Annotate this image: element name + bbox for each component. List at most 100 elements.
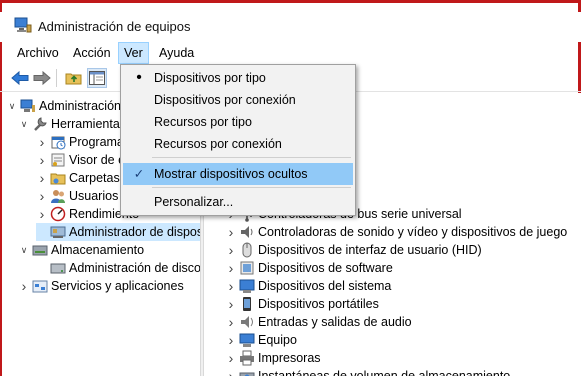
menu-ayuda[interactable]: Ayuda xyxy=(154,42,199,64)
system-icon xyxy=(239,278,255,294)
ver-menu-item[interactable]: ✓ Mostrar dispositivos ocultos xyxy=(123,163,353,185)
device-category-row[interactable]: › Instantáneas de volumen de almacenamien… xyxy=(225,367,510,376)
device-category-row[interactable]: › Entradas y salidas de audio xyxy=(225,313,412,331)
portable-icon xyxy=(239,296,255,312)
tools-icon xyxy=(32,116,48,132)
folder-up-icon xyxy=(65,73,82,85)
chevron-right-icon[interactable]: › xyxy=(225,277,237,295)
chevron-down-icon[interactable]: ∨ xyxy=(18,115,30,133)
tree-item[interactable]: Administración de discos xyxy=(36,259,200,277)
menu-accion[interactable]: Acción xyxy=(68,42,116,64)
window-title: Administración de equipos xyxy=(38,19,191,34)
chevron-right-icon[interactable]: › xyxy=(225,331,237,349)
menu-ver[interactable]: Ver xyxy=(118,42,149,64)
device-category-row[interactable]: › Equipo xyxy=(225,331,297,349)
device-category-row[interactable]: › Impresoras xyxy=(225,349,321,367)
window-border-top xyxy=(0,0,581,3)
back-button[interactable] xyxy=(10,68,30,88)
computer-management-icon xyxy=(14,17,32,33)
menu-separator xyxy=(152,157,351,158)
disk-icon xyxy=(50,260,66,276)
computer-mgmt-icon xyxy=(20,98,36,114)
hid-icon xyxy=(239,242,255,258)
ver-menu-item-label: Recursos por tipo xyxy=(154,115,252,129)
device-manager-icon xyxy=(50,224,66,240)
chevron-right-icon[interactable]: › xyxy=(36,151,48,169)
ver-menu-dropdown: • Dispositivos por tipo Dispositivos por c… xyxy=(120,64,356,216)
ver-menu-item-label: Mostrar dispositivos ocultos xyxy=(154,167,308,181)
chevron-right-icon[interactable]: › xyxy=(225,223,237,241)
audio-icon xyxy=(239,314,255,330)
chevron-right-icon[interactable]: › xyxy=(225,367,237,376)
console-tree-icon xyxy=(89,71,105,85)
device-category-label: Impresoras xyxy=(258,351,321,365)
tree-item[interactable]: › Servicios y aplicaciones xyxy=(18,277,184,295)
device-category-label: Dispositivos del sistema xyxy=(258,279,392,293)
device-category-label: Dispositivos portátiles xyxy=(258,297,379,311)
ver-menu-item[interactable]: • Dispositivos por tipo xyxy=(123,67,353,89)
device-category-row[interactable]: › Dispositivos del sistema xyxy=(225,277,392,295)
chevron-right-icon[interactable]: › xyxy=(225,241,237,259)
show-hide-tree-button[interactable] xyxy=(87,68,107,88)
ver-menu-item-label: Dispositivos por conexión xyxy=(154,93,296,107)
chevron-right-icon[interactable]: › xyxy=(18,277,30,295)
tree-item-label: Almacenamiento xyxy=(51,243,145,257)
ver-menu-item[interactable]: Dispositivos por conexión xyxy=(123,89,353,111)
chevron-right-icon[interactable]: › xyxy=(36,133,48,151)
software-icon xyxy=(239,260,255,276)
device-category-label: Controladoras de sonido y vídeo y dispos… xyxy=(258,225,568,239)
device-category-label: Instantáneas de volumen de almacenamient… xyxy=(258,369,511,376)
snapshot-icon xyxy=(239,368,255,376)
event-viewer-icon xyxy=(50,152,66,168)
chevron-right-icon[interactable]: › xyxy=(225,295,237,313)
ver-menu-item[interactable]: Personalizar... xyxy=(123,191,353,213)
tree-item-label: Administración de discos xyxy=(69,261,200,275)
up-level-button[interactable] xyxy=(64,68,84,88)
chevron-right-icon[interactable]: › xyxy=(225,313,237,331)
device-category-label: Equipo xyxy=(258,333,297,347)
device-category-row[interactable]: › Dispositivos portátiles xyxy=(225,295,379,313)
ver-menu-item[interactable]: Recursos por tipo xyxy=(123,111,353,133)
menu-archivo[interactable]: Archivo xyxy=(12,42,64,64)
device-category-label: Dispositivos de software xyxy=(258,261,393,275)
device-category-row[interactable]: › Controladoras de sonido y vídeo y dispo… xyxy=(225,223,568,241)
chevron-right-icon[interactable]: › xyxy=(36,169,48,187)
back-arrow-icon xyxy=(11,70,29,86)
chevron-down-icon[interactable]: ∨ xyxy=(6,97,18,115)
storage-icon xyxy=(32,242,48,258)
tree-item-label: Administrador de dispositivos xyxy=(69,225,200,239)
printer-icon xyxy=(239,350,255,366)
chevron-right-icon[interactable]: › xyxy=(225,349,237,367)
tree-item[interactable]: ∨ Almacenamiento xyxy=(18,241,144,259)
device-category-label: Entradas y salidas de audio xyxy=(258,315,412,329)
ver-menu-item-label: Recursos por conexión xyxy=(154,137,282,151)
shared-folder-icon xyxy=(50,170,66,186)
task-scheduler-icon xyxy=(50,134,66,150)
device-category-label: Dispositivos de interfaz de usuario (HID… xyxy=(258,243,482,257)
radio-bullet-icon: • xyxy=(136,69,142,86)
computer-icon xyxy=(239,332,255,348)
ver-menu-item[interactable]: Recursos por conexión xyxy=(123,133,353,155)
device-category-row[interactable]: › Dispositivos de software xyxy=(225,259,393,277)
toolbar-separator xyxy=(56,69,57,87)
forward-button[interactable] xyxy=(32,68,52,88)
ver-menu-item-label: Personalizar... xyxy=(154,195,234,209)
users-icon xyxy=(50,188,66,204)
chevron-right-icon[interactable]: › xyxy=(225,259,237,277)
computer-management-window: Administración de equipos Archivo Acción… xyxy=(0,0,581,376)
menu-bar: Archivo Acción Ver Ayuda xyxy=(0,42,581,64)
checkmark-icon: ✓ xyxy=(133,167,145,181)
sound-icon xyxy=(239,224,255,240)
device-category-row[interactable]: › Dispositivos de interfaz de usuario (HI… xyxy=(225,241,482,259)
chevron-right-icon[interactable]: › xyxy=(36,187,48,205)
services-icon xyxy=(32,278,48,294)
chevron-down-icon[interactable]: ∨ xyxy=(18,241,30,259)
forward-arrow-icon xyxy=(33,70,51,86)
chevron-right-icon[interactable]: › xyxy=(36,205,48,223)
title-bar[interactable]: Administración de equipos xyxy=(0,12,581,42)
tree-item[interactable]: Administrador de dispositivos xyxy=(36,223,200,241)
ver-menu-item-label: Dispositivos por tipo xyxy=(154,71,266,85)
performance-icon xyxy=(50,206,66,222)
